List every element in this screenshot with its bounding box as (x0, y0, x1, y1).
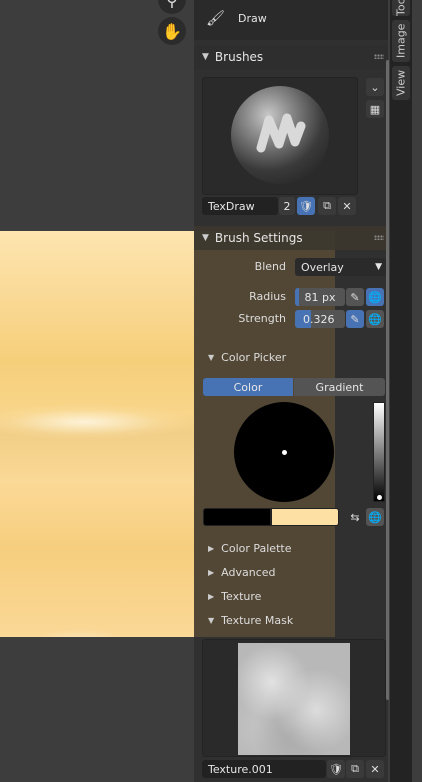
blend-mode-value: Overlay (301, 260, 344, 274)
active-tool-label: Draw (238, 12, 267, 25)
strength-value: 0.326 (303, 312, 335, 326)
color-globe-icon[interactable]: 🌐 (366, 508, 384, 526)
radius-unit-globe-icon[interactable]: 🌐 (366, 288, 384, 306)
hand-pan-icon[interactable]: ✋ (158, 17, 186, 45)
texture-subpanel-header[interactable]: ▶ Texture (208, 585, 261, 607)
secondary-color-swatch[interactable] (271, 508, 339, 526)
brush-stroke-icon (256, 113, 306, 153)
sidebar-tab-strip (390, 0, 412, 782)
texture-name-field[interactable]: Texture.001 (202, 760, 326, 778)
drag-handle-icon[interactable] (374, 235, 384, 240)
value-slider-cursor[interactable] (377, 495, 382, 500)
color-picker-subpanel-header[interactable]: ▼ Color Picker (208, 346, 286, 368)
expanded-triangle-icon: ▼ (208, 615, 215, 625)
advanced-subpanel-header[interactable]: ▶ Advanced (208, 561, 276, 583)
brush-icon: 🖌 (206, 9, 226, 27)
tab-gradient[interactable]: Gradient (294, 378, 385, 396)
collapsed-triangle-icon: ▶ (208, 591, 215, 601)
blend-mode-select[interactable]: Overlay ▼ (295, 258, 386, 276)
expanded-triangle-icon: ▼ (202, 52, 209, 62)
expanded-triangle-icon: ▼ (202, 233, 209, 243)
texture-mask-label: Texture Mask (221, 613, 294, 627)
brush-sphere-icon (231, 86, 329, 184)
expanded-triangle-icon: ▼ (208, 352, 215, 362)
swap-colors-icon[interactable]: ⇆ (346, 508, 364, 526)
duplicate-icon[interactable]: ⧉ (318, 197, 336, 215)
brush-settings-header-label: Brush Settings (214, 231, 303, 245)
strength-label: Strength (238, 312, 286, 325)
blend-label: Blend (254, 260, 286, 273)
unlink-close-icon[interactable]: ✕ (366, 760, 384, 778)
tab-tool[interactable]: Tool (392, 0, 410, 16)
tab-color[interactable]: Color (203, 378, 293, 396)
color-wheel-cursor[interactable] (282, 450, 287, 455)
unlink-close-icon[interactable]: ✕ (338, 197, 356, 215)
brush-settings-panel-header[interactable]: ▼ Brush Settings (194, 226, 388, 250)
radius-label: Radius (249, 290, 286, 303)
strength-slider[interactable]: 0.326 (295, 310, 345, 328)
value-slider[interactable] (373, 402, 385, 502)
panel-scrollbar[interactable] (386, 60, 389, 700)
primary-color-swatch[interactable] (203, 508, 271, 526)
brush-preview[interactable] (202, 77, 358, 195)
radius-slider[interactable]: 81 px (295, 288, 345, 306)
strength-globe-icon[interactable]: 🌐 (366, 310, 384, 328)
pressure-pen-icon[interactable]: ✎ (346, 288, 364, 306)
color-palette-label: Color Palette (221, 541, 292, 555)
brushes-header-label: Brushes (214, 50, 264, 64)
color-palette-subpanel-header[interactable]: ▶ Color Palette (208, 537, 291, 559)
brushes-panel-header[interactable]: ▼ Brushes (194, 45, 388, 69)
brush-menu-dropdown[interactable]: ⌄ (366, 78, 384, 96)
pressure-pen-icon[interactable]: ✎ (346, 310, 364, 328)
canvas-highlight (0, 400, 194, 445)
radius-slider-fill (295, 288, 299, 306)
collapsed-triangle-icon: ▶ (208, 567, 215, 577)
fake-user-shield-icon[interactable]: 🛡 (297, 197, 315, 215)
fake-user-shield-icon[interactable]: 🛡 (327, 760, 345, 778)
tab-view[interactable]: View (392, 66, 410, 100)
texture-label: Texture (221, 589, 262, 603)
tab-image[interactable]: Image (392, 20, 410, 62)
collapsed-triangle-icon: ▶ (208, 543, 215, 553)
color-picker-header-label: Color Picker (221, 350, 287, 364)
texture-mask-subpanel-header[interactable]: ▼ Texture Mask (208, 609, 293, 631)
drag-handle-icon[interactable] (374, 54, 384, 59)
color-wheel[interactable] (234, 402, 334, 502)
radius-value: 81 px (304, 290, 336, 304)
texture-mask-preview[interactable] (202, 639, 386, 757)
viewport-edge (412, 0, 422, 782)
brush-name-field[interactable]: TexDraw (202, 197, 278, 215)
chevron-down-icon: ▼ (375, 262, 382, 272)
advanced-label: Advanced (221, 565, 276, 579)
cloud-texture-image (238, 643, 350, 755)
image-icon[interactable]: ▦ (366, 100, 384, 118)
duplicate-icon[interactable]: ⧉ (346, 760, 364, 778)
brush-user-count: 2 (279, 197, 295, 215)
